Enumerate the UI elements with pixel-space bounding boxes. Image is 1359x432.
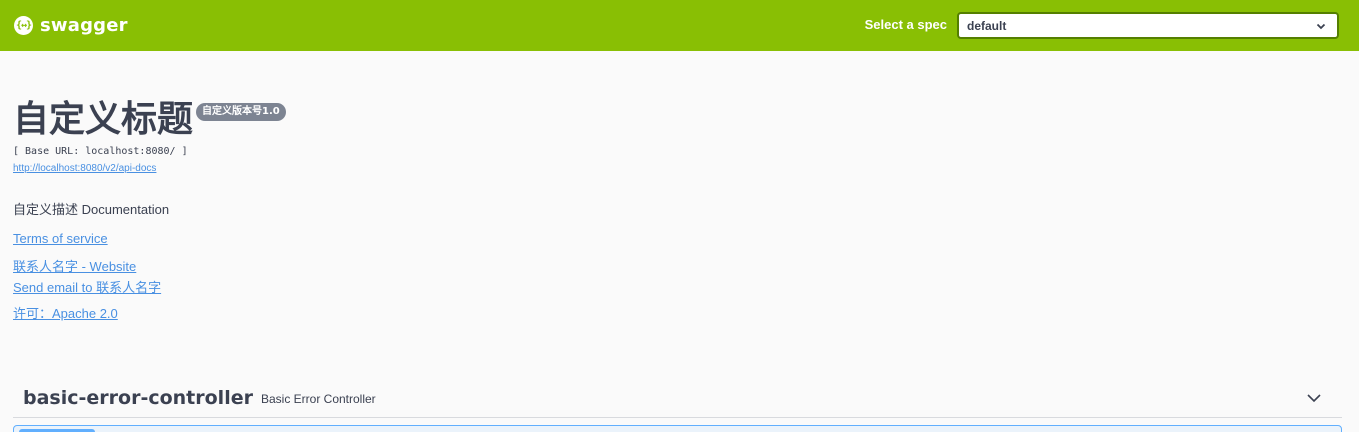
tag-section-header[interactable]: basic-error-controller Basic Error Contr… — [13, 378, 1342, 418]
version-badge: 自定义版本号1.0 — [196, 103, 286, 121]
swagger-brand[interactable]: {↔} swagger — [14, 10, 128, 40]
operation-block[interactable] — [13, 425, 1342, 432]
terms-of-service-link[interactable]: Terms of service — [13, 231, 108, 246]
tag-name: basic-error-controller — [23, 386, 253, 409]
chevron-down-icon — [1316, 23, 1326, 30]
chevron-down-icon[interactable] — [1306, 390, 1322, 406]
swagger-logo-icon: {↔} — [14, 15, 33, 35]
top-bar: {↔} swagger Select a spec default — [0, 0, 1359, 51]
license-link[interactable]: 许可：Apache 2.0 — [13, 303, 118, 322]
contact-website-link[interactable]: 联系人名字 - Website — [13, 256, 136, 275]
spec-select-value: default — [967, 18, 1007, 33]
base-url: [ Base URL: localhost:8080/ ] — [13, 146, 188, 157]
contact-email-link[interactable]: Send email to 联系人名字 — [13, 277, 161, 296]
tag-description: Basic Error Controller — [260, 392, 376, 406]
info-title-row: 自定义标题 自定义版本号1.0 — [13, 99, 286, 141]
page-title: 自定义标题 — [13, 99, 194, 140]
brand-name: swagger — [40, 14, 128, 36]
api-docs-link[interactable]: http://localhost:8080/v2/api-docs — [13, 163, 156, 174]
spec-select-label: Select a spec — [864, 17, 947, 32]
spec-select[interactable]: default — [957, 12, 1339, 39]
api-description: 自定义描述 Documentation — [13, 202, 170, 217]
